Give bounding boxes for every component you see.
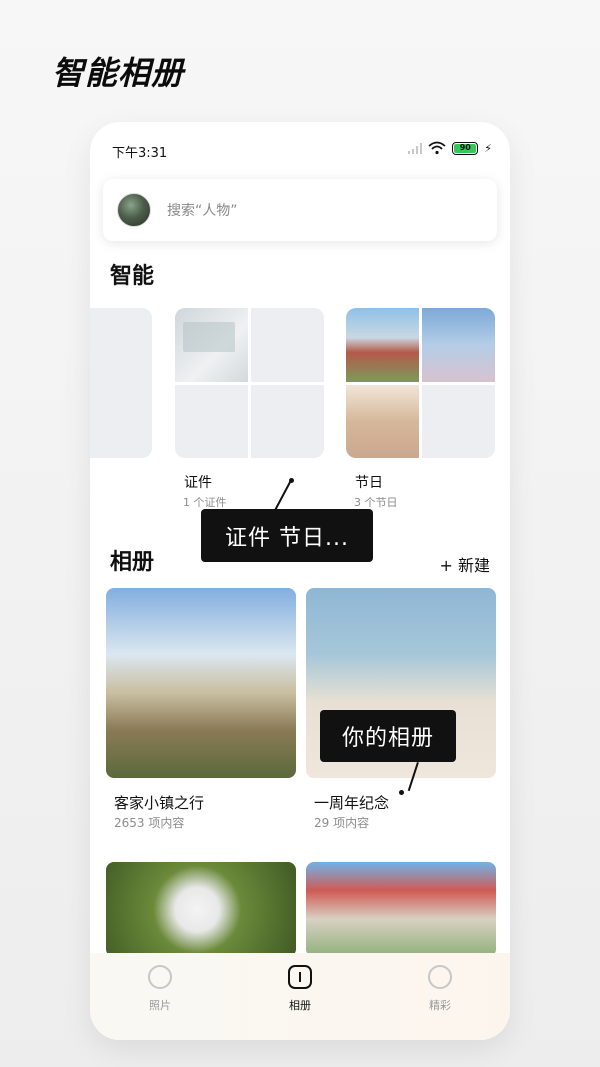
smart-tooltip: 证件 节日...: [201, 509, 373, 562]
smart-section-title: 智能: [110, 264, 155, 289]
album-name: 一周年纪念: [314, 794, 390, 812]
tab-highlights[interactable]: 精彩: [400, 965, 480, 1013]
smart-card-holiday[interactable]: [346, 308, 495, 458]
smart-card-id-count: 1 个证件: [183, 496, 227, 509]
tab-highlights-label: 精彩: [429, 999, 451, 1012]
tab-photos[interactable]: 照片: [120, 965, 200, 1013]
new-album-button[interactable]: + 新建: [440, 552, 491, 576]
holiday-thumbnail: [422, 308, 495, 382]
bottom-nav: 照片 相册 精彩: [90, 953, 510, 1040]
avatar[interactable]: [117, 193, 151, 227]
hero-title: 智能相册: [52, 54, 185, 92]
highlights-icon: [428, 965, 452, 989]
id-card-thumbnail: [175, 308, 248, 382]
holiday-thumbnail: [346, 384, 419, 458]
album-card-hakka[interactable]: [106, 588, 296, 778]
album-count: 2653 项内容: [114, 816, 185, 830]
album-count: 29 项内容: [314, 816, 370, 830]
smart-card-id[interactable]: [175, 308, 324, 458]
signal-icon: [408, 142, 423, 154]
tab-photos-label: 照片: [149, 999, 171, 1012]
albums-section-title: 相册: [110, 550, 155, 575]
album-card[interactable]: [306, 862, 496, 957]
album-card[interactable]: [106, 862, 296, 957]
search-input[interactable]: 搜索“人物”: [167, 200, 238, 220]
albums-pointer-dot: [399, 790, 404, 795]
holiday-thumbnail: [346, 308, 419, 382]
smart-card-id-label: 证件: [184, 475, 212, 491]
photos-icon: [148, 965, 172, 989]
status-time: 下午3:31: [112, 146, 168, 161]
albums-icon: [288, 965, 312, 989]
wifi-icon: [428, 141, 446, 155]
status-icons: 90 ⚡: [408, 141, 492, 155]
smart-card-holiday-label: 节日: [355, 475, 383, 491]
tab-albums-label: 相册: [289, 999, 311, 1012]
tab-albums[interactable]: 相册: [260, 965, 340, 1013]
smart-card-partial[interactable]: [90, 308, 152, 458]
charging-icon: ⚡: [484, 141, 492, 155]
smart-card-holiday-count: 3 个节日: [354, 496, 398, 509]
search-bar[interactable]: 搜索“人物”: [103, 179, 497, 241]
phone-screen: 下午3:31 90 ⚡ 搜索“人物” 智能 证件 1 个证件 节日 3 个节日 …: [90, 122, 510, 1040]
albums-tooltip: 你的相册: [320, 710, 456, 762]
status-bar: 下午3:31 90 ⚡: [90, 122, 510, 176]
smart-row: 证件 1 个证件 节日 3 个节日: [90, 308, 510, 509]
battery-icon: 90: [452, 141, 479, 155]
album-name: 客家小镇之行: [114, 794, 205, 812]
battery-level: 90: [454, 143, 477, 153]
